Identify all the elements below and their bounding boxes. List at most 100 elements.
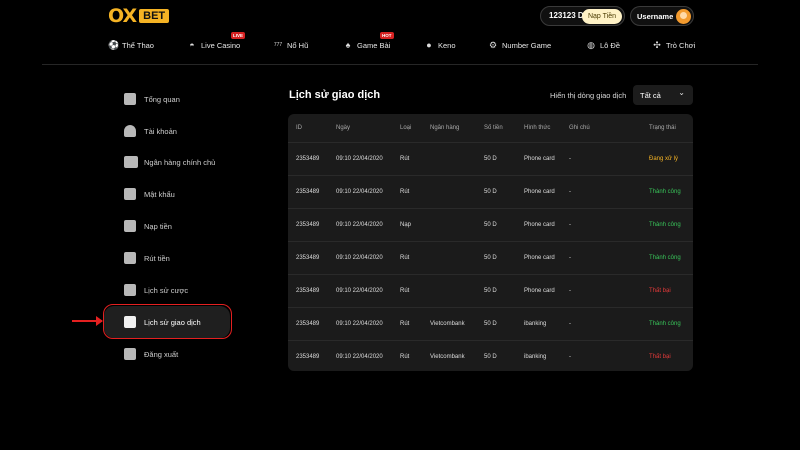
nav-item-live-casino[interactable]: ◓ Live Casino LIVE — [187, 32, 246, 50]
avatar[interactable] — [676, 9, 691, 24]
nav-label: Nổ Hũ — [287, 40, 309, 50]
cell-date: 09:10 22/04/2020 — [336, 321, 383, 327]
cell-amount: 50 D — [484, 156, 497, 162]
sidebar-item-tai-khoan[interactable]: Tài khoản — [104, 115, 230, 147]
balance-value: 123123 D — [549, 11, 584, 20]
cell-note: - — [569, 354, 571, 360]
main-nav: ⚽ Thể Thao ◓ Live Casino LIVE 777 Nổ Hũ … — [0, 32, 800, 62]
col-note: Ghi chú — [569, 125, 590, 131]
cell-status: Thất bại — [649, 288, 671, 294]
nav-item-tro-choi[interactable]: ✣ Trò Chơi — [652, 40, 695, 50]
cell-type: Rút — [400, 321, 410, 327]
sidebar-item-label: Lịch sử cược — [144, 285, 189, 295]
cell-method: ibanking — [524, 321, 547, 327]
nav-label: Trò Chơi — [666, 40, 696, 50]
gear-icon: ⚙ — [488, 40, 498, 50]
table-header: ID Ngày Loại Ngân hàng Số tiền Hình thức… — [288, 114, 693, 142]
table-row[interactable]: 2353489 09:10 22/04/2020 Nạp 50 D Phone card… — [288, 208, 693, 241]
mask-icon: ◓ — [189, 40, 195, 50]
deposit-button[interactable]: Nạp Tiền — [581, 9, 622, 24]
cell-status: Đang xử lý — [649, 156, 679, 162]
live-badge: LIVE — [231, 32, 246, 39]
cell-type: Rút — [400, 156, 410, 162]
filter-label: Hiển thị dòng giao dịch — [550, 91, 627, 100]
cell-bank: Vietcombank — [430, 321, 465, 327]
cell-method: Phone card — [524, 156, 555, 162]
cell-id: 2353489 — [296, 222, 320, 228]
cell-note: - — [569, 156, 571, 162]
deposit-icon — [124, 220, 136, 232]
filter-value: Tất cả — [640, 91, 661, 100]
cell-note: - — [569, 288, 571, 294]
sidebar-item-lich-su-cuoc[interactable]: Lịch sử cược — [104, 274, 230, 306]
sidebar-item-nap-tien[interactable]: Nạp tiền — [104, 210, 230, 242]
cell-amount: 50 D — [484, 189, 497, 195]
cell-status: Thành công — [649, 222, 681, 228]
cell-note: - — [569, 255, 571, 261]
sidebar-item-label: Rút tiền — [144, 253, 170, 263]
top-bar: OX BET 123123 D Nạp Tiền Username — [0, 0, 800, 32]
cell-amount: 50 D — [484, 354, 497, 360]
table-row[interactable]: 2353489 09:10 22/04/2020 Rút Vietcombank 50 … — [288, 307, 693, 340]
col-amount: Số tiền — [484, 125, 503, 131]
table-row[interactable]: 2353489 09:10 22/04/2020 Rút 50 D Phone card… — [288, 274, 693, 307]
sidebar-item-tong-quan[interactable]: Tổng quan — [104, 83, 230, 115]
sidebar-item-mat-khau[interactable]: Mật khẩu — [104, 178, 230, 210]
cell-type: Rút — [400, 255, 410, 261]
col-date: Ngày — [336, 125, 351, 131]
cell-status: Thất bại — [649, 354, 671, 360]
nav-label: Live Casino — [201, 40, 241, 50]
logo[interactable]: OX BET — [108, 5, 170, 27]
lottery-icon: ◍ — [587, 40, 595, 50]
cell-status: Thành công — [649, 321, 681, 327]
cell-method: ibanking — [524, 354, 547, 360]
cell-amount: 50 D — [484, 222, 497, 228]
table-row[interactable]: 2353489 09:10 22/04/2020 Rút Vietcombank 50 … — [288, 340, 693, 371]
cell-date: 09:10 22/04/2020 — [336, 255, 383, 261]
user-menu[interactable]: Username — [630, 6, 694, 26]
cell-method: Phone card — [524, 189, 555, 195]
cell-note: - — [569, 222, 571, 228]
nav-item-keno[interactable]: ● Keno — [424, 40, 456, 50]
nav-label: Thể Thao — [122, 40, 154, 50]
sidebar-item-label: Ngân hàng chính chủ — [144, 157, 216, 167]
sidebar-item-label: Tổng quan — [144, 94, 180, 104]
nav-item-the-thao[interactable]: ⚽ Thể Thao — [108, 40, 154, 50]
withdraw-icon — [124, 252, 136, 264]
sidebar-item-dang-xuat[interactable]: Đăng xuất — [104, 338, 230, 370]
nav-label: Lô Đề — [600, 40, 621, 50]
cell-type: Rút — [400, 354, 410, 360]
lock-icon — [124, 188, 136, 200]
sidebar-item-label: Nạp tiền — [144, 221, 172, 231]
user-icon — [124, 125, 136, 137]
cell-date: 09:10 22/04/2020 — [336, 354, 383, 360]
hot-badge: HOT — [380, 32, 394, 39]
nav-item-no-hu[interactable]: 777 Nổ Hũ — [273, 40, 308, 50]
nav-label: Game Bài — [357, 40, 391, 50]
cell-id: 2353489 — [296, 354, 320, 360]
nav-divider — [42, 64, 758, 65]
nav-item-game-bai[interactable]: ♠ Game Bài HOT — [343, 32, 394, 50]
sidebar-item-ngan-hang[interactable]: Ngân hàng chính chủ — [104, 146, 230, 178]
table-row[interactable]: 2353489 09:10 22/04/2020 Rút 50 D Phone card… — [288, 142, 693, 175]
sidebar-item-rut-tien[interactable]: Rút tiền — [104, 242, 230, 274]
col-status: Trạng thái — [649, 125, 676, 131]
nav-item-lo-de[interactable]: ◍ Lô Đề — [586, 40, 620, 50]
nav-item-number-game[interactable]: ⚙ Number Game — [488, 40, 551, 50]
nav-label: Keno — [438, 40, 456, 50]
cell-id: 2353489 — [296, 255, 320, 261]
chevron-down-icon: ⌄ — [678, 88, 685, 97]
nav-label: Number Game — [502, 40, 552, 50]
cell-type: Rút — [400, 189, 410, 195]
table-row[interactable]: 2353489 09:10 22/04/2020 Rút 50 D Phone card… — [288, 175, 693, 208]
bet-history-icon — [124, 284, 136, 296]
gamepad-icon: ✣ — [653, 40, 661, 50]
table-row[interactable]: 2353489 09:10 22/04/2020 Rút 50 D Phone card… — [288, 241, 693, 274]
cell-type: Nạp — [400, 222, 412, 228]
logo-bet: BET — [139, 9, 170, 23]
filter-select[interactable]: Tất cả ⌄ — [633, 85, 693, 105]
bank-icon — [124, 156, 138, 168]
cell-id: 2353489 — [296, 321, 320, 327]
sidebar-item-label: Mật khẩu — [144, 189, 175, 199]
highlight-ring — [103, 304, 232, 339]
